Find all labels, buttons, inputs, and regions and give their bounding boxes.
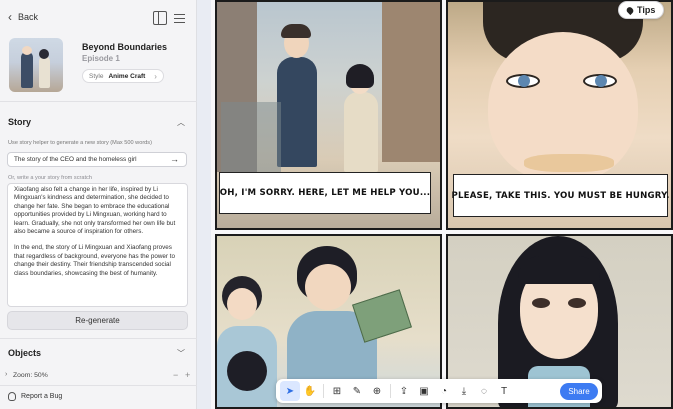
speech-bubble-icon[interactable]: ◔ bbox=[434, 381, 454, 401]
objects-heading: Objects bbox=[8, 348, 42, 358]
canvas-toolbar: ➤ ✋ ⊞ ✎ ⊕ ⇪ ▣ ◔ ⤓ ◌ T Share bbox=[276, 379, 602, 403]
add-frame-icon[interactable]: ⊞ bbox=[327, 381, 347, 401]
style-label: Style bbox=[89, 72, 104, 80]
share-button[interactable]: Share bbox=[560, 382, 598, 400]
download-icon[interactable]: ⤓ bbox=[454, 381, 474, 401]
upload-icon[interactable]: ⇪ bbox=[394, 381, 414, 401]
zoom-out-button[interactable]: − bbox=[173, 370, 178, 380]
story-paragraph-2: In the end, the story of Li Mingxuan and… bbox=[14, 244, 176, 277]
back-button[interactable]: ‹ Back bbox=[8, 10, 39, 24]
divider bbox=[0, 338, 197, 339]
arrow-right-icon[interactable]: → bbox=[170, 154, 179, 164]
divider bbox=[0, 101, 197, 102]
divider bbox=[0, 385, 197, 386]
chevron-up-icon[interactable]: ︿ bbox=[177, 117, 185, 128]
chevron-right-icon: › bbox=[154, 71, 157, 81]
tips-label: Tips bbox=[637, 5, 656, 15]
cursor-icon[interactable]: ➤ bbox=[280, 381, 300, 401]
speech-caption-1[interactable]: OH, I'M SORRY. HERE, LET ME HELP YOU... bbox=[219, 172, 431, 214]
episode-cover-thumbnail bbox=[9, 38, 63, 92]
hand-icon[interactable]: ✋ bbox=[300, 381, 320, 401]
toolbar-separator bbox=[390, 384, 391, 398]
comment-icon[interactable]: ◌ bbox=[474, 381, 494, 401]
caret-icon[interactable]: › bbox=[5, 371, 7, 378]
chevron-down-icon[interactable]: ﹀ bbox=[177, 348, 185, 359]
story-paragraph-1: Xiaofang also felt a change in her life,… bbox=[14, 186, 176, 236]
regenerate-button[interactable]: Re-generate bbox=[7, 311, 188, 330]
app-root: ‹ Back Beyond Boundaries Episode 1 Style… bbox=[0, 0, 673, 409]
bug-icon bbox=[8, 392, 16, 401]
style-selector[interactable]: Style Anime Craft › bbox=[82, 69, 164, 83]
image-icon[interactable]: ▣ bbox=[414, 381, 434, 401]
report-bug-label: Report a Bug bbox=[21, 393, 63, 400]
toolbar-separator bbox=[323, 384, 324, 398]
pin-icon bbox=[625, 5, 635, 15]
story-prompt-input[interactable]: The story of the CEO and the homeless gi… bbox=[7, 152, 187, 167]
sidebar: ‹ Back Beyond Boundaries Episode 1 Style… bbox=[0, 0, 197, 409]
style-value: Anime Craft bbox=[108, 72, 146, 80]
tips-button[interactable]: Tips bbox=[618, 1, 665, 19]
project-title: Beyond Boundaries bbox=[82, 42, 168, 52]
zoom-in-button[interactable]: + bbox=[185, 370, 190, 380]
chevron-left-icon: ‹ bbox=[8, 10, 12, 24]
story-helper-text: Use story helper to generate a new story… bbox=[8, 140, 152, 146]
menu-icon[interactable] bbox=[173, 11, 187, 25]
back-label: Back bbox=[18, 12, 39, 22]
add-page-icon[interactable]: ⊕ bbox=[367, 381, 387, 401]
write-from-scratch-hint: Or, write a your story from scratch bbox=[8, 175, 92, 181]
edit-image-icon[interactable]: ✎ bbox=[347, 381, 367, 401]
story-textarea[interactable]: Xiaofang also felt a change in her life,… bbox=[7, 183, 188, 307]
speech-caption-2[interactable]: PLEASE, TAKE THIS. YOU MUST BE HUNGRY. bbox=[451, 174, 669, 217]
story-heading: Story bbox=[8, 117, 32, 127]
zoom-control: › Zoom: 50% − + bbox=[0, 368, 197, 382]
sidebar-topbar: ‹ Back bbox=[0, 0, 197, 36]
toggle-panel-icon[interactable] bbox=[153, 11, 167, 25]
episode-label: Episode 1 bbox=[82, 54, 120, 63]
text-icon[interactable]: T bbox=[494, 381, 514, 401]
zoom-label: Zoom: 50% bbox=[13, 372, 48, 379]
report-bug-button[interactable]: Report a Bug bbox=[8, 392, 62, 401]
